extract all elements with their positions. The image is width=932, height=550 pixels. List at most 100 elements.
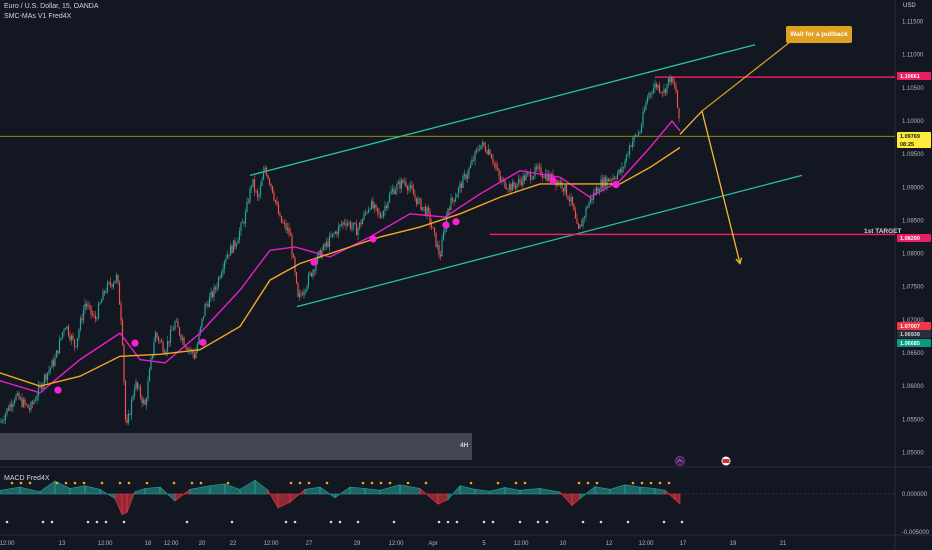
price-axis[interactable]: 1.11500 1.11000 1.10500 1.10000 1.09500 1.090… [902,20,930,536]
candle-body [126,419,128,423]
indicator-title: SMC-MAs V1 Fred4X [4,13,72,20]
candle-body [487,149,490,154]
macd-segment [379,484,401,495]
candle-body [460,183,463,189]
candle-body [112,283,115,287]
event-icons[interactable] [675,456,731,466]
candle-body [136,382,139,388]
candle-body [571,196,574,205]
candle-body [154,332,157,343]
time-tick-label: 12:00 [263,541,279,547]
macd-signal-dot [649,481,653,485]
candle-body [385,205,388,208]
macd-signal-dot [307,481,311,485]
candle-body [90,305,92,314]
callout-box[interactable]: Wait for a pullback [786,26,852,43]
candle-body [75,346,77,348]
candle-body [625,154,628,161]
macd-signal-dot [41,520,45,524]
macd-signal-dot [82,481,86,485]
candle-body [133,389,136,397]
candle-body [277,204,280,215]
candle-body [511,182,514,191]
candle-body [442,232,445,241]
chart-canvas[interactable]: 1.11500 1.11000 1.10500 1.10000 1.09500 1.090… [0,0,932,550]
candle-body [424,206,427,216]
macd-signal-dot [370,481,374,485]
candle-body [66,326,68,329]
time-tick-label: 12 [606,541,613,547]
candle-body [273,192,275,200]
candle-body [373,204,376,209]
macd-signal-dot [545,520,549,524]
candle-body [651,93,653,95]
candle-body [439,254,442,257]
candle-body [393,188,395,195]
candle-body [262,171,265,180]
candle-body [520,181,523,186]
candle-body [81,318,83,321]
macd-signal-dot [667,481,671,485]
candle-body [484,145,487,152]
candle-body [351,226,353,229]
candle-body [597,187,599,192]
time-tick-label: 12:00 [163,541,179,547]
time-axis[interactable]: 12:00 13 12:00 18 12:00 20 22 12:00 27 29 12:00 Apr… [0,541,787,547]
candle-body [600,179,602,190]
candle-body [565,184,568,197]
candle-body [159,340,161,342]
candle-body [649,92,652,94]
candle-body [381,216,383,218]
timeframe-bar [0,433,472,460]
candle-body [657,85,659,88]
candle-body [384,205,386,211]
candle-body [414,194,416,198]
candle-body [529,172,532,180]
macd-signal-dot [50,520,54,524]
candle-body [204,304,206,317]
candle-body [519,179,521,182]
candle-body [399,181,401,189]
candle-body [243,221,245,224]
candle-body [195,351,197,359]
candle-body [261,179,263,187]
price-tick-label: 1.10000 [902,119,924,125]
candle-body [493,163,496,165]
candle-body [310,272,313,277]
candle-body [469,164,472,168]
candle-body [46,372,49,380]
candle-body [303,291,305,296]
candle-body [406,186,409,190]
candle-body [324,244,326,247]
candle-body [562,188,565,192]
candle-body [288,227,290,234]
candle-body [276,201,278,205]
candle-body [421,207,424,210]
timeframe-badge: 4H [460,442,469,449]
candle-body [370,200,373,209]
candle-body [628,145,631,155]
time-tick-label: Apr [428,541,437,547]
macd-signal-dot [64,481,68,485]
candle-body [57,350,59,354]
candle-body [178,327,181,335]
candle-body [366,212,368,214]
macd-signal-dot [118,481,122,485]
candle-body [505,187,508,189]
candle-body [13,400,16,404]
candle-body [205,304,208,305]
candle-body [238,231,241,240]
candle-body [490,154,493,159]
time-tick-label: 13 [59,541,66,547]
candle-body [153,342,155,355]
candle-body [405,181,407,187]
macd-signal-dot [185,520,189,524]
candle-body [618,169,620,174]
candle-body [253,179,256,191]
candle-body [504,179,506,188]
candle-body [297,283,299,297]
candle-body [135,382,137,390]
macd-segment [99,488,116,500]
candle-body [636,135,638,136]
candle-body [274,199,277,202]
